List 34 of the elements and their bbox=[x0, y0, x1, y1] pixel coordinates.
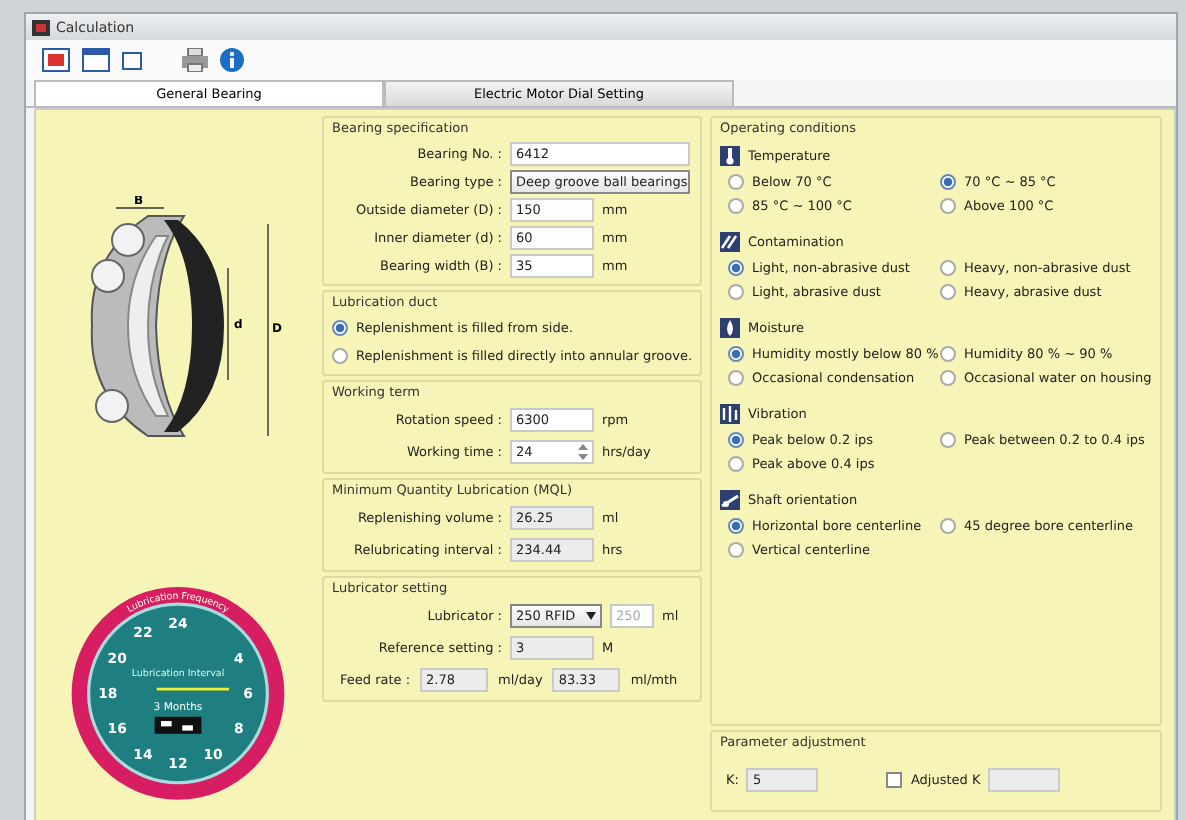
radio-button[interactable] bbox=[728, 174, 744, 190]
small-window-icon[interactable] bbox=[122, 51, 142, 69]
radio-button[interactable] bbox=[940, 432, 956, 448]
radio-button[interactable] bbox=[332, 320, 348, 336]
radio-button[interactable] bbox=[940, 174, 956, 190]
bars-icon bbox=[720, 403, 740, 423]
print-icon[interactable] bbox=[182, 48, 208, 72]
radio-button[interactable] bbox=[728, 518, 744, 534]
app-icon bbox=[32, 19, 50, 35]
help-icon[interactable] bbox=[220, 48, 244, 72]
radio-button[interactable] bbox=[728, 542, 744, 558]
radio-button[interactable] bbox=[728, 456, 744, 472]
caret-icon bbox=[586, 612, 596, 620]
window-icon[interactable] bbox=[82, 48, 110, 72]
radio-button[interactable] bbox=[940, 284, 956, 300]
radio-button[interactable] bbox=[940, 198, 956, 214]
radio-button[interactable] bbox=[728, 346, 744, 362]
slash-marks-icon bbox=[720, 231, 740, 251]
radio-button[interactable] bbox=[940, 518, 956, 534]
thermometer-icon bbox=[720, 145, 740, 165]
checkbox[interactable] bbox=[886, 772, 903, 788]
radio-button[interactable] bbox=[332, 348, 348, 364]
radio-button[interactable] bbox=[940, 370, 956, 386]
adjusted-k-field bbox=[988, 768, 1061, 792]
radio-button[interactable] bbox=[728, 370, 744, 386]
radio-button[interactable] bbox=[940, 346, 956, 362]
shaft-icon bbox=[720, 489, 740, 509]
radio-button[interactable] bbox=[940, 260, 956, 276]
radio-button[interactable] bbox=[728, 260, 744, 276]
drop-icon bbox=[720, 317, 740, 337]
radio-button[interactable] bbox=[728, 432, 744, 448]
radio-button[interactable] bbox=[728, 198, 744, 214]
radio-button[interactable] bbox=[728, 284, 744, 300]
spinner-icon bbox=[578, 444, 588, 460]
